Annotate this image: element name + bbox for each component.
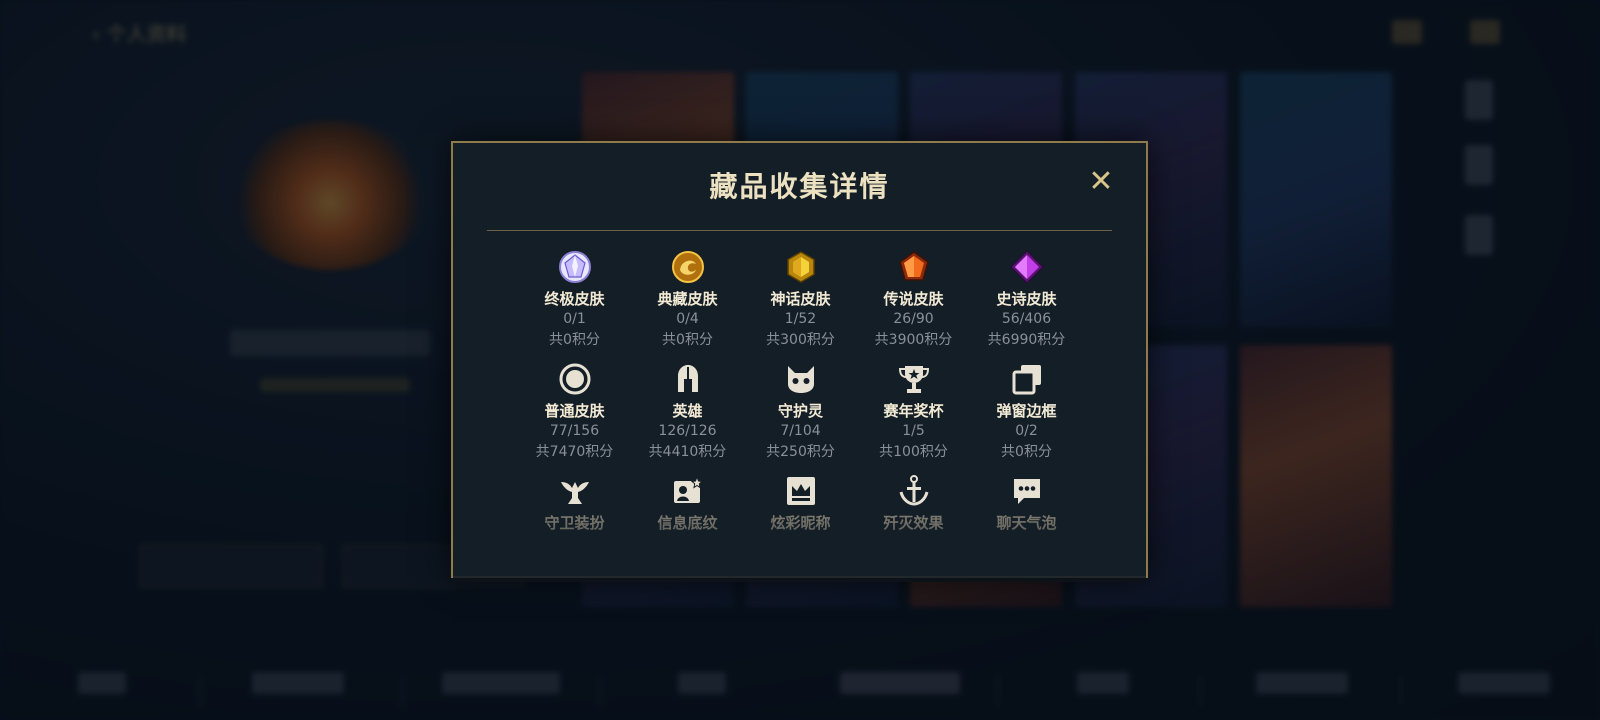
category-name: 弹窗边框 (996, 402, 1057, 420)
category-count: 1/52 (784, 311, 817, 327)
collection-item-normal-skins[interactable]: 普通皮肤 77/156 共7470积分 (518, 362, 631, 461)
collection-item-ward-skins[interactable]: 守卫装扮 (518, 474, 631, 533)
frames-icon (1012, 365, 1041, 395)
category-name: 典藏皮肤 (657, 290, 718, 308)
crown-card-icon (786, 477, 815, 505)
collection-item-info-banners[interactable]: 信息底纹 (631, 474, 744, 533)
category-name: 传说皮肤 (883, 290, 944, 308)
category-count: 0/2 (1015, 423, 1038, 439)
epic-gem-icon (1009, 250, 1044, 284)
category-points: 共4410积分 (648, 444, 727, 460)
chat-bubble-icon (1013, 479, 1040, 504)
category-points: 共6990积分 (987, 332, 1066, 348)
category-name: 炫彩昵称 (770, 514, 831, 532)
title-divider (487, 230, 1112, 231)
collection-item-popup-frames[interactable]: 弹窗边框 0/2 共0积分 (970, 362, 1083, 461)
category-count: 77/156 (549, 423, 600, 439)
category-name: 史诗皮肤 (996, 290, 1057, 308)
category-name: 终极皮肤 (544, 290, 605, 308)
close-button[interactable]: ✕ (1086, 167, 1116, 197)
ward-icon (560, 482, 589, 504)
ultimate-gem-icon (558, 251, 591, 283)
trophy-icon (898, 366, 929, 393)
category-count: 56/406 (1001, 311, 1052, 327)
category-count: 1/5 (902, 423, 925, 439)
category-points: 共300积分 (766, 332, 835, 348)
category-points: 共0积分 (1001, 444, 1052, 460)
legendary-gem-icon (898, 251, 929, 281)
category-points: 共3900积分 (874, 332, 953, 348)
category-points: 共7470积分 (535, 444, 614, 460)
collection-item-epic-skins[interactable]: 史诗皮肤 56/406 共6990积分 (970, 250, 1083, 349)
category-name: 歼灭效果 (883, 514, 944, 532)
category-count: 0/1 (563, 311, 586, 327)
category-points: 共0积分 (662, 332, 713, 348)
collection-item-ultimate-skins[interactable]: 终极皮肤 0/1 共0积分 (518, 250, 631, 349)
collection-item-season-trophies[interactable]: 赛年奖杯 1/5 共100积分 (857, 362, 970, 461)
mythic-gem-icon (786, 251, 815, 283)
helmet-icon (677, 365, 698, 392)
category-name: 赛年奖杯 (883, 402, 944, 420)
category-name: 守护灵 (777, 402, 823, 420)
collection-item-chat-bubbles[interactable]: 聊天气泡 (970, 474, 1083, 533)
category-points: 共100积分 (879, 444, 948, 460)
category-points: 共0积分 (549, 332, 600, 348)
category-name: 守卫装扮 (544, 514, 605, 532)
collection-item-mythic-skins[interactable]: 神话皮肤 1/52 共300积分 (744, 250, 857, 349)
category-count: 26/90 (893, 311, 934, 327)
category-count: 0/4 (676, 311, 699, 327)
category-name: 英雄 (672, 402, 703, 420)
ring-icon (559, 363, 590, 395)
collection-item-legendary-skins[interactable]: 传说皮肤 26/90 共3900积分 (857, 250, 970, 349)
category-count: 7/104 (780, 423, 821, 439)
anchor-icon (899, 475, 928, 506)
category-name: 聊天气泡 (996, 514, 1057, 532)
collection-item-prestige-skins[interactable]: 典藏皮肤 0/4 共0积分 (631, 250, 744, 349)
collection-item-heroes[interactable]: 英雄 126/126 共4410积分 (631, 362, 744, 461)
banner-icon (673, 475, 703, 503)
collection-item-pets[interactable]: 守护灵 7/104 共250积分 (744, 362, 857, 461)
collection-item-kill-effects[interactable]: 歼灭效果 (857, 474, 970, 533)
collection-details-modal: 藏品收集详情 ✕ 终极皮肤 0/1 共0积分 典藏皮肤 0/4 共0积分 神话皮… (451, 141, 1148, 578)
modal-title: 藏品收集详情 (709, 170, 890, 203)
category-points: 共250积分 (766, 444, 835, 460)
category-name: 普通皮肤 (544, 402, 605, 420)
collection-item-colored-nicknames[interactable]: 炫彩昵称 (744, 474, 857, 533)
category-name: 神话皮肤 (770, 290, 831, 308)
category-count: 126/126 (658, 423, 717, 439)
pet-icon (787, 366, 814, 393)
category-name: 信息底纹 (657, 514, 718, 532)
dragon-medallion-icon (671, 251, 704, 283)
